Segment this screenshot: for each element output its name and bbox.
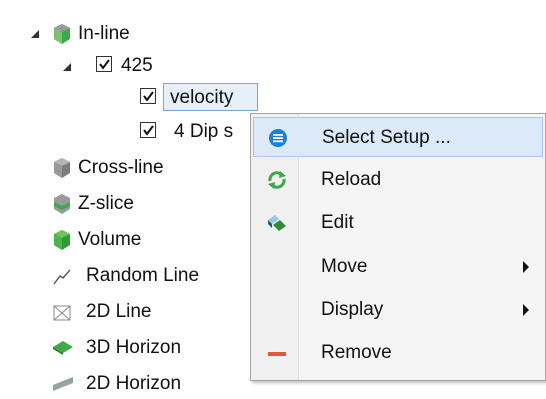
- tree-label-randomline: Random Line: [86, 265, 200, 286]
- list-circle-icon: [269, 129, 287, 147]
- remove-icon: [268, 352, 286, 356]
- menu-label-edit: Edit: [321, 212, 354, 233]
- menu-label-move: Move: [321, 256, 368, 277]
- volume-icon: [54, 230, 70, 250]
- expander-icon[interactable]: [30, 29, 40, 39]
- tree-label-425: 425: [121, 55, 153, 76]
- menu-item-display[interactable]: Display: [253, 290, 543, 330]
- 3d-horizon-icon: [53, 341, 73, 355]
- tree-label-inline: In-line: [78, 23, 130, 44]
- tree-node-2dline[interactable]: 2D Line: [0, 297, 240, 327]
- edit-icon: [268, 215, 286, 231]
- tree-label-dip: 4 Dip s: [174, 121, 234, 142]
- menu-item-reload[interactable]: Reload: [253, 160, 543, 200]
- menu-label-select-setup: Select Setup ...: [322, 127, 451, 148]
- checkbox-velocity[interactable]: [140, 88, 156, 104]
- volume-cube-icon: [54, 24, 70, 44]
- tree-node-velocity[interactable]: velocity: [0, 83, 260, 113]
- tree-label-3dhorizon: 3D Horizon: [86, 337, 182, 358]
- tree-label-2dhorizon: 2D Horizon: [86, 373, 182, 394]
- submenu-arrow-icon: [523, 261, 529, 273]
- tree-node-zslice[interactable]: Z-slice: [0, 189, 240, 219]
- tree-label-2dline: 2D Line: [86, 301, 152, 322]
- 2d-horizon-icon: [53, 377, 73, 391]
- menu-label-remove: Remove: [321, 342, 392, 363]
- tree-node-crossline[interactable]: Cross-line: [0, 153, 240, 183]
- random-line-icon: [53, 269, 71, 285]
- tree-node-randomline[interactable]: Random Line: [0, 261, 250, 291]
- checkbox-dip[interactable]: [140, 122, 156, 138]
- tree-node-volume[interactable]: Volume: [0, 225, 240, 255]
- tree-node-dip[interactable]: 4 Dip s: [0, 117, 250, 147]
- tree-node-425[interactable]: 425: [0, 51, 240, 81]
- 2d-line-icon: [53, 305, 71, 321]
- expander-icon[interactable]: [62, 62, 72, 72]
- checkmark-icon: [143, 91, 154, 102]
- menu-item-select-setup[interactable]: Select Setup ...: [253, 117, 543, 157]
- menu-item-remove[interactable]: Remove: [253, 333, 543, 373]
- menu-item-edit[interactable]: Edit: [253, 203, 543, 243]
- tree-node-3dhorizon[interactable]: 3D Horizon: [0, 333, 240, 363]
- menu-item-move[interactable]: Move: [253, 247, 543, 287]
- tree-label-zslice: Z-slice: [78, 193, 134, 214]
- checkmark-icon: [99, 59, 110, 70]
- tree-label-velocity: velocity: [170, 87, 234, 108]
- zslice-icon: [54, 194, 70, 214]
- tree-label-volume: Volume: [78, 229, 142, 250]
- menu-label-reload: Reload: [321, 169, 382, 190]
- menu-label-display: Display: [321, 299, 384, 320]
- checkmark-icon: [143, 125, 154, 136]
- tree-label-crossline: Cross-line: [78, 157, 164, 178]
- cube-gray-icon: [54, 158, 70, 178]
- tree-node-inline[interactable]: In-line: [0, 19, 240, 49]
- context-menu: Select Setup ... Reload Edit Move Displa…: [250, 113, 546, 381]
- tree-node-2dhorizon[interactable]: 2D Horizon: [0, 369, 240, 399]
- submenu-arrow-icon: [523, 304, 529, 316]
- checkbox-425[interactable]: [96, 56, 112, 72]
- reload-icon: [268, 171, 286, 189]
